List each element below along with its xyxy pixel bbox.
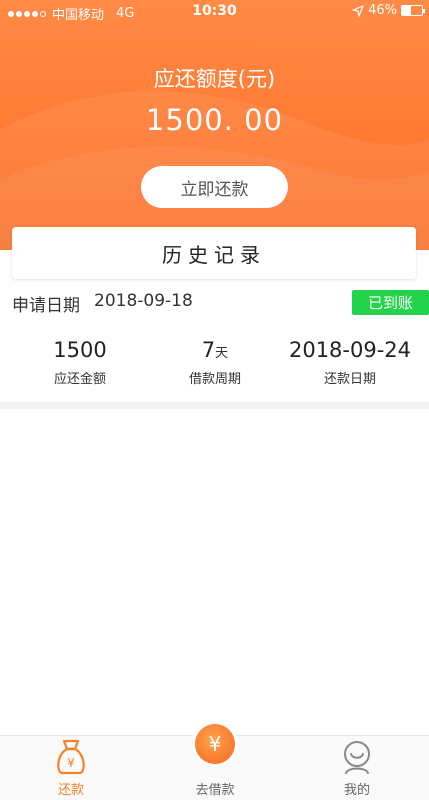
amount-due-label: 应还额度(元) <box>153 67 276 91</box>
money-bag-icon: ¥ <box>57 739 85 775</box>
tab-repay[interactable]: ¥ 还款 <box>16 736 126 800</box>
location-arrow-icon <box>352 4 364 17</box>
stat-amount-value: 1500 <box>53 338 107 362</box>
stat-period: 7天 借款周期 <box>165 338 265 387</box>
tab-repay-label: 还款 <box>57 783 84 798</box>
section-divider <box>0 402 429 409</box>
history-records-header[interactable]: 历史记录 <box>12 227 416 279</box>
status-right: 46% <box>352 3 425 18</box>
stat-amount-label: 应还金额 <box>53 372 106 387</box>
stat-amount: 1500 应还金额 <box>30 338 130 387</box>
repay-now-button[interactable]: 立即还款 <box>141 166 288 208</box>
status-bar: 中国移动 4G 10:30 46% <box>0 0 429 24</box>
tab-mine[interactable]: 我的 <box>302 736 412 800</box>
tab-mine-label: 我的 <box>343 783 370 798</box>
stat-period-value: 7 <box>201 338 216 362</box>
header-banner: 中国移动 4G 10:30 46% 应还额度(元) 1500. 00 立即还款 <box>0 0 429 250</box>
status-badge: 已到账 <box>352 290 429 315</box>
battery-fill <box>402 6 412 15</box>
stat-due-date: 2018-09-24 还款日期 <box>280 338 420 387</box>
battery-percent: 46% <box>368 3 397 18</box>
profile-face-icon <box>344 741 370 774</box>
tab-borrow-label: 去借款 <box>195 783 235 798</box>
record-stats: 1500 应还金额 7天 借款周期 2018-09-24 还款日期 <box>0 338 429 393</box>
yen-glyph: ¥ <box>67 756 75 770</box>
apply-date-label: 申请日期 <box>12 296 80 316</box>
battery-icon <box>401 5 425 16</box>
stat-period-unit: 天 <box>215 346 229 361</box>
stat-due-date-value: 2018-09-24 <box>288 338 412 362</box>
apply-date-value: 2018-09-18 <box>94 291 193 311</box>
stat-period-label: 借款周期 <box>188 372 241 387</box>
stat-due-date-label: 还款日期 <box>323 372 376 387</box>
borrow-yen-icon[interactable]: ¥ <box>195 724 235 764</box>
loan-record[interactable]: 申请日期 2018-09-18 已到账 1500 应还金额 7天 借款周期 20… <box>0 282 429 402</box>
apply-date-row: 申请日期 2018-09-18 <box>12 291 193 316</box>
amount-due-value: 1500. 00 <box>145 103 284 137</box>
